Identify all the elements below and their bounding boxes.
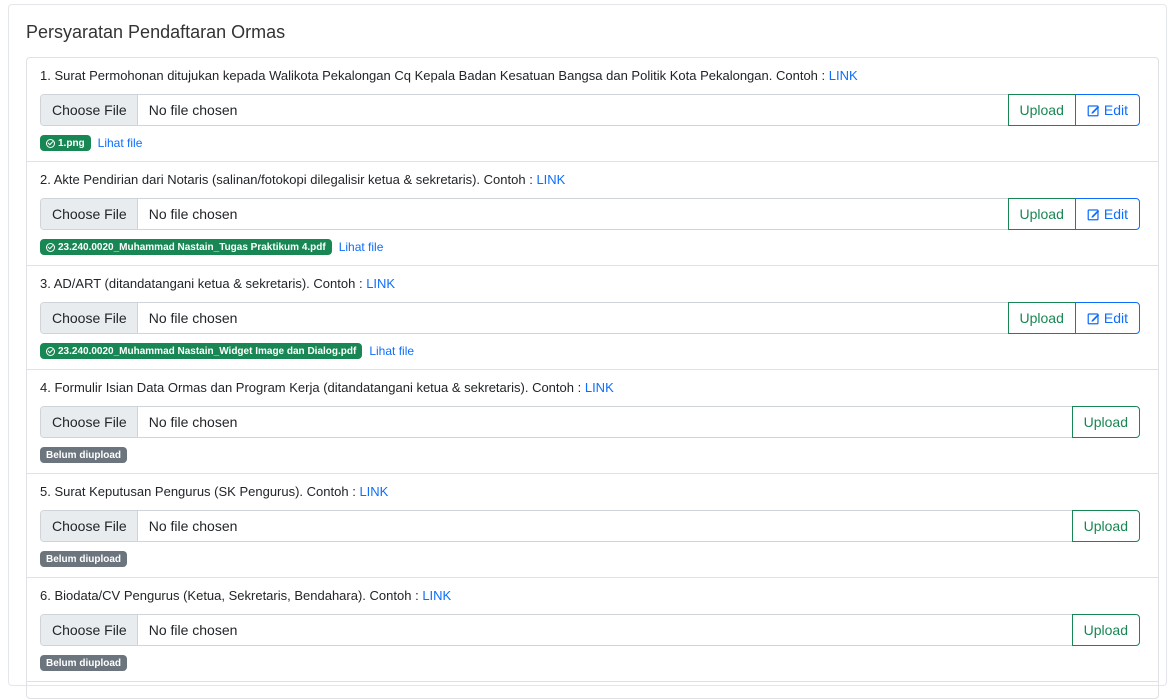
- list-item: 3. AD/ART (ditandatangani ketua & sekret…: [27, 266, 1158, 370]
- check-circle-icon: [46, 242, 55, 252]
- list-item: 2. Akte Pendirian dari Notaris (salinan/…: [27, 162, 1158, 266]
- upload-status: 1.png Lihat file: [40, 135, 142, 151]
- file-input[interactable]: Choose File No file chosen: [40, 614, 1073, 646]
- requirement-label: 1. Surat Permohonan ditujukan kepada Wal…: [40, 68, 858, 83]
- upload-button[interactable]: Upload: [1071, 406, 1140, 438]
- file-status-text: No file chosen: [148, 414, 238, 430]
- example-link[interactable]: LINK: [536, 172, 565, 187]
- file-input-group: Choose File No file chosen Upload: [40, 614, 1140, 646]
- list-item: 5. Surat Keputusan Pengurus (SK Pengurus…: [27, 474, 1158, 578]
- page-title: Persyaratan Pendaftaran Ormas: [26, 22, 286, 42]
- edit-icon: [1087, 208, 1100, 220]
- file-status-text: No file chosen: [148, 518, 238, 534]
- choose-file-button[interactable]: Choose File: [41, 407, 138, 437]
- upload-button[interactable]: Upload: [1007, 302, 1076, 334]
- choose-file-button[interactable]: Choose File: [41, 303, 138, 333]
- list-item: 1. Surat Permohonan ditujukan kepada Wal…: [27, 58, 1158, 162]
- edit-button[interactable]: Edit: [1074, 94, 1140, 126]
- file-input[interactable]: Choose File No file chosen: [40, 302, 1009, 334]
- choose-file-button[interactable]: Choose File: [41, 615, 138, 645]
- example-link[interactable]: LINK: [585, 380, 614, 395]
- example-link[interactable]: LINK: [359, 484, 388, 499]
- upload-button[interactable]: Upload: [1007, 198, 1076, 230]
- check-circle-icon: [46, 138, 55, 148]
- view-file-link[interactable]: Lihat file: [369, 344, 414, 358]
- file-input-group: Choose File No file chosen Upload Edit: [40, 94, 1140, 126]
- uploaded-badge: 23.240.0020_Muhammad Nastain_Widget Imag…: [40, 343, 363, 359]
- example-link[interactable]: LINK: [829, 68, 858, 83]
- requirement-label: 6. Biodata/CV Pengurus (Ketua, Sekretari…: [40, 588, 452, 603]
- requirement-label: 4. Formulir Isian Data Ormas dan Program…: [40, 380, 614, 395]
- edit-icon: [1087, 312, 1100, 324]
- example-link[interactable]: LINK: [366, 276, 395, 291]
- requirement-label: 5. Surat Keputusan Pengurus (SK Pengurus…: [40, 484, 389, 499]
- upload-status: Belum diupload: [40, 551, 127, 567]
- file-input-group: Choose File No file chosen Upload: [40, 406, 1140, 438]
- file-input[interactable]: Choose File No file chosen: [40, 510, 1073, 542]
- view-file-link[interactable]: Lihat file: [339, 240, 384, 254]
- upload-button[interactable]: Upload: [1007, 94, 1076, 126]
- example-link[interactable]: LINK: [422, 588, 451, 603]
- file-input-group: Choose File No file chosen Upload: [40, 510, 1140, 542]
- upload-status: 23.240.0020_Muhammad Nastain_Widget Imag…: [40, 343, 414, 359]
- upload-status: 23.240.0020_Muhammad Nastain_Tugas Prakt…: [40, 239, 383, 255]
- requirement-label: 3. AD/ART (ditandatangani ketua & sekret…: [40, 276, 396, 291]
- choose-file-button[interactable]: Choose File: [41, 95, 138, 125]
- choose-file-button[interactable]: Choose File: [41, 199, 138, 229]
- edit-button[interactable]: Edit: [1074, 198, 1140, 230]
- upload-status: Belum diupload: [40, 655, 127, 671]
- file-input-group: Choose File No file chosen Upload Edit: [40, 302, 1140, 334]
- choose-file-button[interactable]: Choose File: [41, 511, 138, 541]
- file-status-text: No file chosen: [148, 622, 238, 638]
- not-uploaded-badge: Belum diupload: [40, 551, 127, 567]
- requirements-card: Persyaratan Pendaftaran Ormas 1. Surat P…: [8, 4, 1167, 699]
- file-status-text: No file chosen: [148, 310, 238, 326]
- upload-button[interactable]: Upload: [1071, 510, 1140, 542]
- file-input[interactable]: Choose File No file chosen: [40, 94, 1009, 126]
- not-uploaded-badge: Belum diupload: [40, 655, 127, 671]
- uploaded-badge: 23.240.0020_Muhammad Nastain_Tugas Prakt…: [40, 239, 332, 255]
- list-item: 4. Formulir Isian Data Ormas dan Program…: [27, 370, 1158, 474]
- view-file-link[interactable]: Lihat file: [98, 136, 143, 150]
- uploaded-badge: 1.png: [40, 135, 91, 151]
- upload-status: Belum diupload: [40, 447, 127, 463]
- not-uploaded-badge: Belum diupload: [40, 447, 127, 463]
- requirements-list: 1. Surat Permohonan ditujukan kepada Wal…: [26, 57, 1159, 699]
- edit-button[interactable]: Edit: [1074, 302, 1140, 334]
- edit-icon: [1087, 104, 1100, 116]
- file-status-text: No file chosen: [148, 102, 238, 118]
- file-input[interactable]: Choose File No file chosen: [40, 198, 1009, 230]
- check-circle-icon: [46, 346, 55, 356]
- file-status-text: No file chosen: [148, 206, 238, 222]
- requirement-label: 2. Akte Pendirian dari Notaris (salinan/…: [40, 172, 566, 187]
- file-input[interactable]: Choose File No file chosen: [40, 406, 1073, 438]
- list-item: 6. Biodata/CV Pengurus (Ketua, Sekretari…: [27, 578, 1158, 682]
- upload-button[interactable]: Upload: [1071, 614, 1140, 646]
- file-input-group: Choose File No file chosen Upload Edit: [40, 198, 1140, 230]
